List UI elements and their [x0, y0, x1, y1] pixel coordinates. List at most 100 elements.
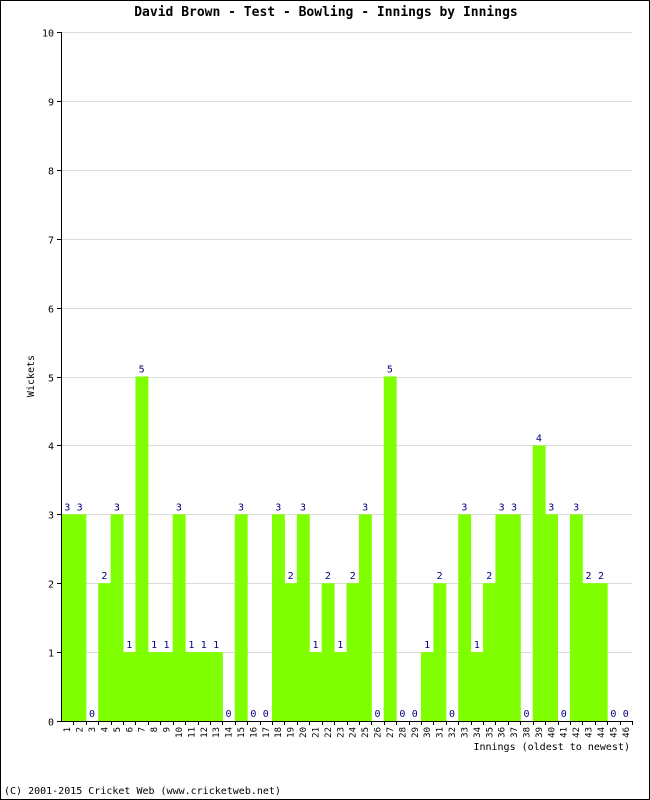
bar-chart: 3 3023151 131 1 1030 032312123050 01203123 3043… — [26, 29, 633, 753]
bar — [383, 376, 397, 721]
y-tick-label: 2 — [48, 580, 54, 591]
x-tick-label: 21 — [311, 727, 321, 738]
x-tick-label: 35 — [485, 727, 495, 738]
bar — [532, 445, 546, 721]
data-label: 3 — [362, 502, 368, 513]
x-tick-label: 26 — [374, 727, 384, 738]
bar — [420, 652, 434, 721]
data-label: 0 — [399, 709, 405, 720]
data-label: 1 — [337, 640, 343, 651]
x-tick-label: 44 — [597, 727, 607, 738]
bar — [296, 514, 310, 721]
x-tick-label: 17 — [262, 727, 272, 738]
y-tick-label: 10 — [42, 29, 54, 40]
y-tick-label: 6 — [48, 305, 54, 316]
data-label: 3 — [64, 502, 70, 513]
chart-container: David Brown - Test - Bowling - Innings b… — [0, 0, 650, 800]
x-tick-label: 40 — [547, 727, 557, 738]
x-tick-label: 32 — [448, 727, 458, 738]
bar — [185, 652, 199, 721]
x-tick-label: 37 — [510, 727, 520, 738]
bar — [147, 652, 161, 721]
x-tick-label: 24 — [349, 727, 359, 738]
x-tick-label: 6 — [125, 727, 135, 732]
x-tick-label: 27 — [386, 727, 396, 738]
x-tick-label: 12 — [200, 727, 210, 738]
data-label: 1 — [213, 640, 219, 651]
data-label: 0 — [610, 709, 616, 720]
y-tick-label: 7 — [48, 236, 54, 247]
x-tick-label: 14 — [225, 727, 235, 738]
data-label: 0 — [561, 709, 567, 720]
bar — [98, 583, 112, 721]
x-tick-label: 28 — [398, 727, 408, 738]
data-label: 5 — [387, 365, 393, 376]
data-label: 4 — [536, 433, 542, 444]
bar — [309, 652, 323, 721]
x-tick-label: 43 — [585, 727, 595, 738]
bar — [110, 514, 124, 721]
data-label: 2 — [101, 571, 107, 582]
x-tick-label: 34 — [473, 727, 483, 738]
data-label: 0 — [523, 709, 529, 720]
data-label: 3 — [461, 502, 467, 513]
bar — [346, 583, 360, 721]
y-tick-label: 3 — [48, 511, 54, 522]
x-tick-label: 1 — [63, 727, 73, 732]
data-label: 3 — [300, 502, 306, 513]
x-tick-label: 42 — [572, 727, 582, 738]
data-label: 3 — [114, 502, 120, 513]
x-tick-label: 16 — [249, 727, 259, 738]
bar — [234, 514, 248, 721]
x-tick-label: 7 — [138, 727, 148, 732]
data-label: 0 — [89, 709, 95, 720]
copyright-footer: (C) 2001-2015 Cricket Web (www.cricketwe… — [4, 786, 281, 797]
y-tick-label: 9 — [48, 98, 54, 109]
bar — [495, 514, 509, 721]
bar — [458, 514, 472, 721]
x-tick-label: 3 — [88, 727, 98, 732]
x-tick-label: 18 — [274, 727, 284, 738]
data-label: 5 — [139, 365, 145, 376]
bar — [334, 652, 347, 721]
data-label: 1 — [163, 640, 169, 651]
data-label: 3 — [573, 502, 579, 513]
data-label: 3 — [499, 502, 505, 513]
bar — [483, 583, 496, 721]
bar — [321, 583, 335, 721]
bar — [594, 583, 608, 721]
data-label: 3 — [548, 502, 554, 513]
x-tick-label: 9 — [163, 727, 173, 732]
data-label: 3 — [176, 502, 182, 513]
data-label: 0 — [250, 709, 256, 720]
bar — [470, 652, 484, 721]
x-tick-label: 31 — [436, 727, 446, 738]
bar — [209, 652, 223, 721]
data-label: 3 — [238, 502, 244, 513]
x-tick-label: 29 — [411, 727, 421, 738]
data-label: 1 — [312, 640, 318, 651]
bar — [272, 514, 285, 721]
data-label: 1 — [151, 640, 157, 651]
bar — [545, 514, 559, 721]
data-label: 1 — [424, 640, 430, 651]
x-tick-label: 10 — [175, 727, 185, 738]
x-tick-label: 22 — [324, 727, 334, 738]
x-tick-label: 39 — [535, 727, 545, 738]
data-label: 0 — [375, 709, 381, 720]
bar — [569, 514, 583, 721]
bar — [123, 652, 136, 721]
y-tick-label: 4 — [48, 442, 54, 453]
bar — [61, 514, 74, 721]
x-tick-label: 11 — [187, 727, 197, 738]
data-label: 1 — [201, 640, 207, 651]
y-axis-label: Wickets — [26, 355, 37, 397]
x-tick-label: 36 — [498, 727, 508, 738]
bar — [73, 514, 87, 721]
y-tick-label: 8 — [48, 167, 54, 178]
y-tick-label: 1 — [48, 649, 54, 660]
data-label: 2 — [598, 571, 604, 582]
bar — [433, 583, 447, 721]
bar — [358, 514, 372, 721]
bar — [197, 652, 211, 721]
